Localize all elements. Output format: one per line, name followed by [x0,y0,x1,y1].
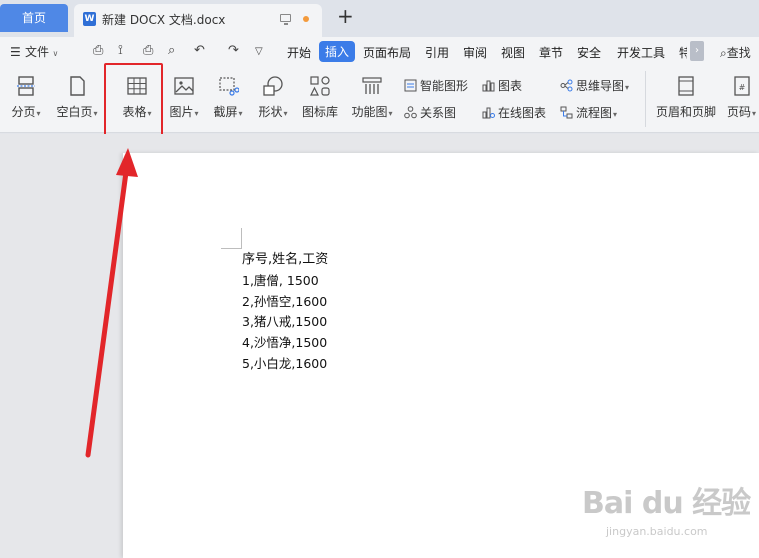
red-annotation-arrow [85,148,138,458]
baidu-jingyan-watermark: Bai du 经验 [582,486,751,521]
watermark-url: jingyan.baidu.com [606,525,708,538]
